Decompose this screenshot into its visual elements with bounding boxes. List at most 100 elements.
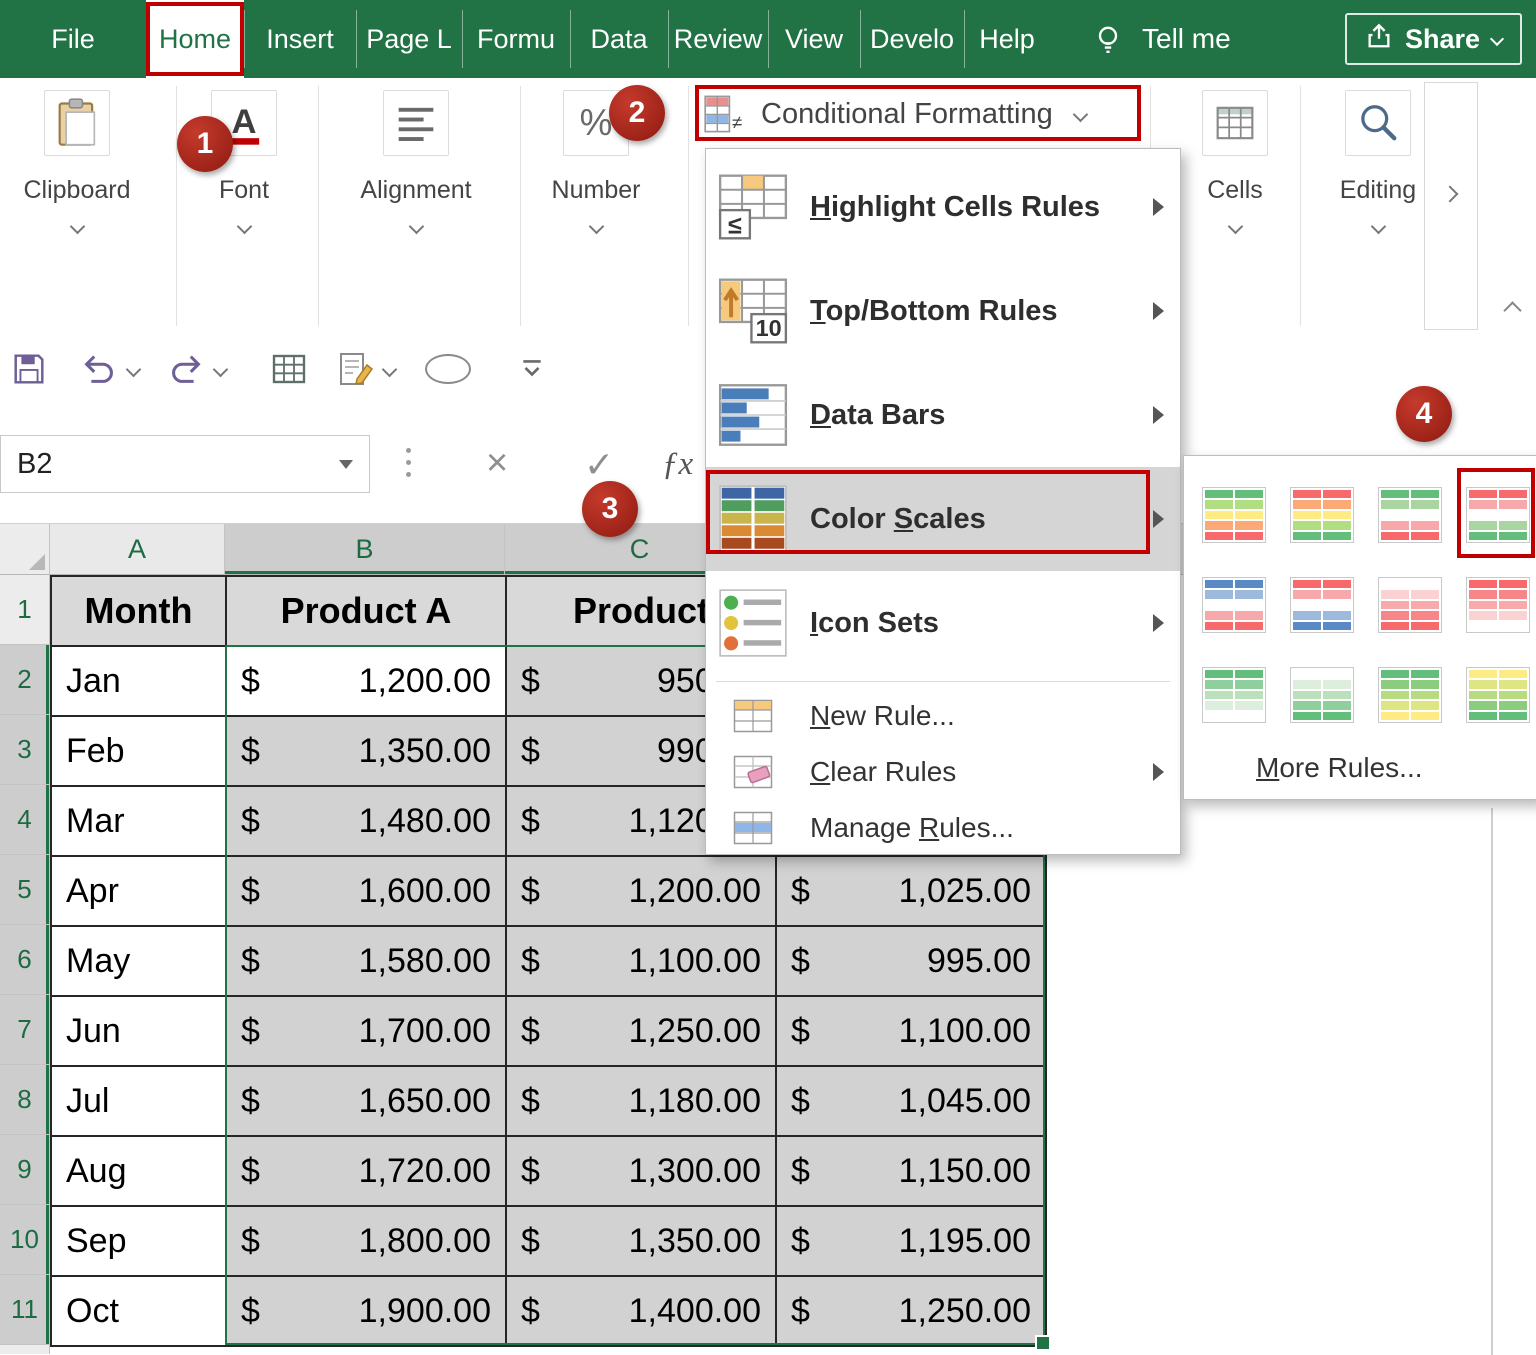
menu-item-highlight-cells-rules[interactable]: ≤ Highlight Cells Rules — [706, 155, 1180, 259]
cell-b8[interactable]: $1,650.00 — [227, 1067, 507, 1137]
enter-icon[interactable]: ✓ — [584, 444, 614, 486]
tab-file[interactable]: File — [0, 0, 146, 78]
color-scale-option-blue-white-red[interactable] — [1190, 560, 1278, 650]
cell-c7[interactable]: $1,250.00 — [507, 997, 777, 1067]
color-scale-option-red-white-green[interactable] — [1454, 470, 1536, 560]
cell-a3[interactable]: Feb — [52, 717, 227, 787]
menu-item-new-rule[interactable]: New Rule... — [706, 688, 1180, 744]
cell-a2[interactable]: Jan — [52, 647, 227, 717]
cell-b4[interactable]: $1,480.00 — [227, 787, 507, 857]
cell-b7[interactable]: $1,700.00 — [227, 997, 507, 1067]
ribbon-group-cells[interactable]: Cells — [1160, 90, 1310, 237]
tab-view[interactable]: View — [768, 0, 860, 78]
color-scale-option-red-yellow-green[interactable] — [1278, 470, 1366, 560]
tab-page-l[interactable]: Page L — [356, 0, 462, 78]
ribbon-scrollbar[interactable] — [1424, 82, 1478, 330]
cell-c8[interactable]: $1,180.00 — [507, 1067, 777, 1137]
tab-review[interactable]: Review — [668, 0, 768, 78]
row-header-7[interactable]: 7 — [0, 995, 50, 1065]
cell-d11[interactable]: $1,250.00 — [777, 1277, 1047, 1347]
save-icon[interactable] — [10, 350, 48, 388]
color-scale-option-white-red[interactable] — [1366, 560, 1454, 650]
tab-help[interactable]: Help — [964, 0, 1050, 78]
row-header-5[interactable]: 5 — [0, 855, 50, 925]
header-cell-b[interactable]: Product A — [227, 577, 507, 647]
row-header-8[interactable]: 8 — [0, 1065, 50, 1135]
cell-c6[interactable]: $1,100.00 — [507, 927, 777, 997]
menu-item-data-bars[interactable]: Data Bars — [706, 363, 1180, 467]
tab-insert[interactable]: Insert — [244, 0, 356, 78]
edit-document-icon[interactable] — [334, 349, 376, 389]
conditional-formatting-button[interactable]: ≠ Conditional Formatting — [703, 88, 1135, 140]
color-scale-option-yellow-green[interactable] — [1454, 650, 1536, 740]
insert-function-icon[interactable]: ƒx — [662, 446, 693, 483]
borders-grid-icon[interactable] — [268, 349, 310, 389]
row-header-2[interactable]: 2 — [0, 645, 50, 715]
cell-b3[interactable]: $1,350.00 — [227, 717, 507, 787]
formula-bar-divider[interactable] — [406, 448, 411, 453]
cell-a10[interactable]: Sep — [52, 1207, 227, 1277]
name-box-dropdown-icon[interactable] — [339, 459, 353, 469]
tell-me-button[interactable]: Tell me — [1092, 0, 1231, 78]
cell-b9[interactable]: $1,720.00 — [227, 1137, 507, 1207]
color-scale-option-white-green[interactable] — [1278, 650, 1366, 740]
cell-d9[interactable]: $1,150.00 — [777, 1137, 1047, 1207]
undo-icon[interactable] — [78, 349, 120, 389]
cell-a8[interactable]: Jul — [52, 1067, 227, 1137]
color-scale-option-red-white-blue[interactable] — [1278, 560, 1366, 650]
row-header-11[interactable]: 11 — [0, 1275, 50, 1345]
color-scale-option-green-white[interactable] — [1190, 650, 1278, 740]
cell-d7[interactable]: $1,100.00 — [777, 997, 1047, 1067]
color-scale-option-green-yellow[interactable] — [1366, 650, 1454, 740]
row-header-6[interactable]: 6 — [0, 925, 50, 995]
tab-formu[interactable]: Formu — [462, 0, 570, 78]
cell-a5[interactable]: Apr — [52, 857, 227, 927]
sheet-scrollbar[interactable] — [1491, 808, 1493, 1355]
header-cell-month[interactable]: Month — [52, 577, 227, 647]
cell-a6[interactable]: May — [52, 927, 227, 997]
cancel-icon[interactable]: × — [486, 442, 508, 485]
row-header-4[interactable]: 4 — [0, 785, 50, 855]
more-rules-item[interactable]: More Rules... — [1256, 752, 1536, 784]
cell-a9[interactable]: Aug — [52, 1137, 227, 1207]
ribbon-group-alignment[interactable]: Alignment — [341, 90, 491, 237]
menu-item-color-scales[interactable]: Color Scales — [706, 467, 1180, 571]
name-box[interactable]: B2 — [0, 435, 370, 493]
color-scale-option-green-yellow-red[interactable] — [1190, 470, 1278, 560]
redo-dropdown-icon[interactable] — [212, 361, 229, 377]
menu-item-top-bottom-rules[interactable]: 10 Top/Bottom Rules — [706, 259, 1180, 363]
cell-b5[interactable]: $1,600.00 — [227, 857, 507, 927]
edit-dropdown-icon[interactable] — [381, 361, 398, 377]
customize-toolbar-icon[interactable] — [519, 358, 545, 380]
redo-icon[interactable] — [165, 349, 207, 389]
cell-d10[interactable]: $1,195.00 — [777, 1207, 1047, 1277]
row-header-1[interactable]: 1 — [0, 575, 50, 645]
menu-item-icon-sets[interactable]: Icon Sets — [706, 571, 1180, 675]
column-header-b[interactable]: B — [225, 524, 505, 575]
menu-item-manage-rules[interactable]: Manage Rules... — [706, 800, 1180, 856]
tab-home[interactable]: Home — [146, 0, 244, 78]
row-header-10[interactable]: 10 — [0, 1205, 50, 1275]
color-scale-option-green-white-red[interactable] — [1366, 470, 1454, 560]
ribbon-group-clipboard[interactable]: Clipboard — [2, 90, 152, 237]
cell-b10[interactable]: $1,800.00 — [227, 1207, 507, 1277]
color-scale-option-red-white[interactable] — [1454, 560, 1536, 650]
row-header-9[interactable]: 9 — [0, 1135, 50, 1205]
collapse-ribbon-icon[interactable] — [1503, 301, 1522, 320]
oval-shape-icon[interactable] — [425, 354, 471, 384]
column-header-a[interactable]: A — [50, 524, 225, 575]
share-button[interactable]: Share — [1344, 13, 1522, 65]
select-all-corner[interactable] — [0, 524, 50, 575]
cell-c9[interactable]: $1,300.00 — [507, 1137, 777, 1207]
menu-item-clear-rules[interactable]: Clear Rules — [706, 744, 1180, 800]
undo-dropdown-icon[interactable] — [125, 361, 142, 377]
cell-c11[interactable]: $1,400.00 — [507, 1277, 777, 1347]
row-header-3[interactable]: 3 — [0, 715, 50, 785]
tab-data[interactable]: Data — [570, 0, 668, 78]
cell-d8[interactable]: $1,045.00 — [777, 1067, 1047, 1137]
cell-b2[interactable]: $1,200.00 — [227, 647, 507, 717]
cell-d5[interactable]: $1,025.00 — [777, 857, 1047, 927]
cell-b6[interactable]: $1,580.00 — [227, 927, 507, 997]
cell-a7[interactable]: Jun — [52, 997, 227, 1067]
cell-c10[interactable]: $1,350.00 — [507, 1207, 777, 1277]
